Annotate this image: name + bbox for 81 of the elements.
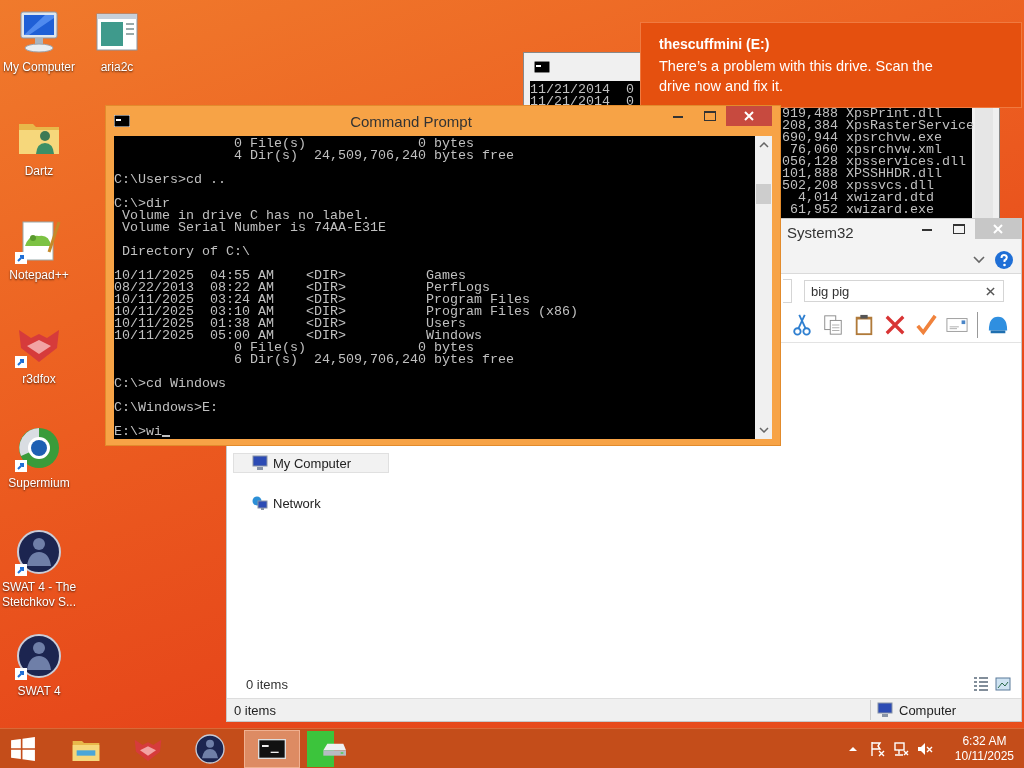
search-field[interactable]: big pig	[804, 280, 1004, 302]
console-line: 76,060 xpsrchvw.xml	[789, 144, 942, 156]
console-line: 08/22/2013 08:22 AM <DIR> PerfLogs	[114, 282, 491, 294]
icon-label[interactable]: Notepad++	[9, 268, 69, 283]
clock-date[interactable]: 10/11/2025	[954, 748, 1014, 764]
console-line: 10/11/2025 01:38 AM <DIR> Users	[114, 318, 466, 330]
console-line: 056,128 xpsservices.dll	[781, 156, 966, 168]
computer-icon	[252, 455, 268, 471]
console-line: 502,208 xpssvcs.dll	[781, 180, 934, 192]
scissors-icon[interactable]	[791, 314, 813, 336]
console-line: Directory of C:\	[121, 246, 251, 258]
maximize-icon[interactable]	[953, 224, 965, 234]
status-text: Computer	[899, 702, 957, 718]
scroll-down-icon[interactable]	[758, 427, 769, 433]
text-cursor	[162, 435, 170, 437]
help-icon[interactable]	[995, 251, 1013, 269]
console-line: 11/21/2014 0	[530, 84, 634, 96]
console-line: 4 Dir(s) 24,509,706,240 bytes free	[232, 150, 515, 162]
icon-label[interactable]: SWAT 4	[17, 684, 61, 699]
console-line: 690,944 xpsrchvw.exe	[781, 132, 942, 144]
scroll-up-icon[interactable]	[758, 142, 769, 148]
notification-title: thescuffmini (E:)	[659, 36, 771, 52]
maximize-icon[interactable]	[704, 111, 716, 121]
console-line: 10/11/2025 03:24 AM <DIR> Program Files	[114, 294, 531, 306]
icon-label[interactable]: My Computer	[3, 60, 75, 75]
notification[interactable]: thescuffmini (E:) There’s a problem with this drive. Scan the drive now and fix it.	[640, 22, 1022, 108]
console-input[interactable]: E:\>wi	[114, 426, 162, 438]
console-icon	[534, 61, 550, 73]
status-text: 0 items	[234, 702, 277, 718]
console-line: C:\>cd Windows	[114, 378, 227, 390]
chevron-down-icon[interactable]	[973, 256, 985, 264]
windows-logo-icon[interactable]	[10, 735, 36, 762]
close-icon[interactable]	[744, 111, 754, 121]
console-line: C:\Users>cd ..	[114, 174, 227, 186]
network-icon	[252, 495, 268, 511]
network-icon[interactable]	[892, 740, 909, 757]
window-title: System32	[787, 224, 855, 241]
console-line: 919,488 XpsPrint.dll	[781, 108, 942, 120]
nav-item[interactable]: My Computer	[233, 453, 389, 473]
console-line: 0 File(s) 0 bytes	[232, 138, 475, 150]
tiles-view-icon[interactable]	[995, 676, 1011, 692]
copy-icon[interactable]	[822, 314, 844, 336]
console-icon	[114, 115, 130, 127]
notification-message: There’s a problem with this drive. Scan the drive now and fix it.	[659, 57, 934, 96]
console-line: 101,888 XPSSHHDR.dll	[781, 168, 942, 180]
clock-time[interactable]: 6:32 AM	[962, 733, 1007, 749]
item-count: 0 items	[246, 676, 288, 692]
console-line: 10/11/2025 03:10 AM <DIR> Program Files (x86)	[114, 306, 579, 318]
taskbar-button[interactable]	[244, 729, 300, 768]
console-line: 6 Dir(s) 24,509,706,240 bytes free	[232, 354, 515, 366]
console-line: Volume in drive C has no label.	[121, 210, 370, 222]
console-line: 4,014 xwizard.dtd	[797, 192, 934, 204]
icon-label[interactable]: Dartz	[24, 164, 54, 179]
console-line: C:\Windows>E:	[114, 402, 219, 414]
console-line: Volume Serial Number is 74AA-E31E	[121, 222, 387, 234]
scroll-thumb[interactable]	[756, 184, 771, 204]
scrollbar[interactable]	[755, 136, 772, 439]
console-line: 10/11/2025 05:00 AM <DIR> Windows	[114, 330, 483, 342]
game-icon[interactable]	[15, 632, 63, 680]
clear-search-button[interactable]	[984, 284, 997, 298]
checkmark-icon[interactable]	[915, 314, 937, 336]
clipboard-icon[interactable]	[853, 314, 875, 336]
computer-icon	[877, 702, 893, 718]
icon-label[interactable]: aria2c	[100, 60, 134, 75]
window-title: Command Prompt	[349, 113, 473, 130]
game-icon[interactable]	[15, 528, 63, 576]
details-view-icon[interactable]	[973, 676, 989, 692]
nav-item[interactable]: Network	[233, 493, 389, 513]
console-line: 11/21/2014 0	[530, 96, 634, 108]
icon-label[interactable]: Supermium	[8, 476, 70, 491]
cross-icon[interactable]	[884, 314, 906, 336]
game-icon[interactable]	[194, 732, 226, 765]
icon-label[interactable]: SWAT 4 - The Stetchkov S...	[0, 580, 78, 610]
flag-icon[interactable]	[868, 740, 885, 757]
console-line: 10/11/2025 04:55 AM <DIR> Games	[114, 270, 466, 282]
shell-icon[interactable]	[987, 314, 1009, 336]
console-line: 0 File(s) 0 bytes	[232, 342, 475, 354]
close-button[interactable]	[726, 106, 772, 126]
console-line: C:\>dir	[114, 198, 171, 210]
icon-label[interactable]: r3dfox	[22, 372, 56, 387]
console-line: 61,952 xwizard.exe	[788, 204, 934, 216]
